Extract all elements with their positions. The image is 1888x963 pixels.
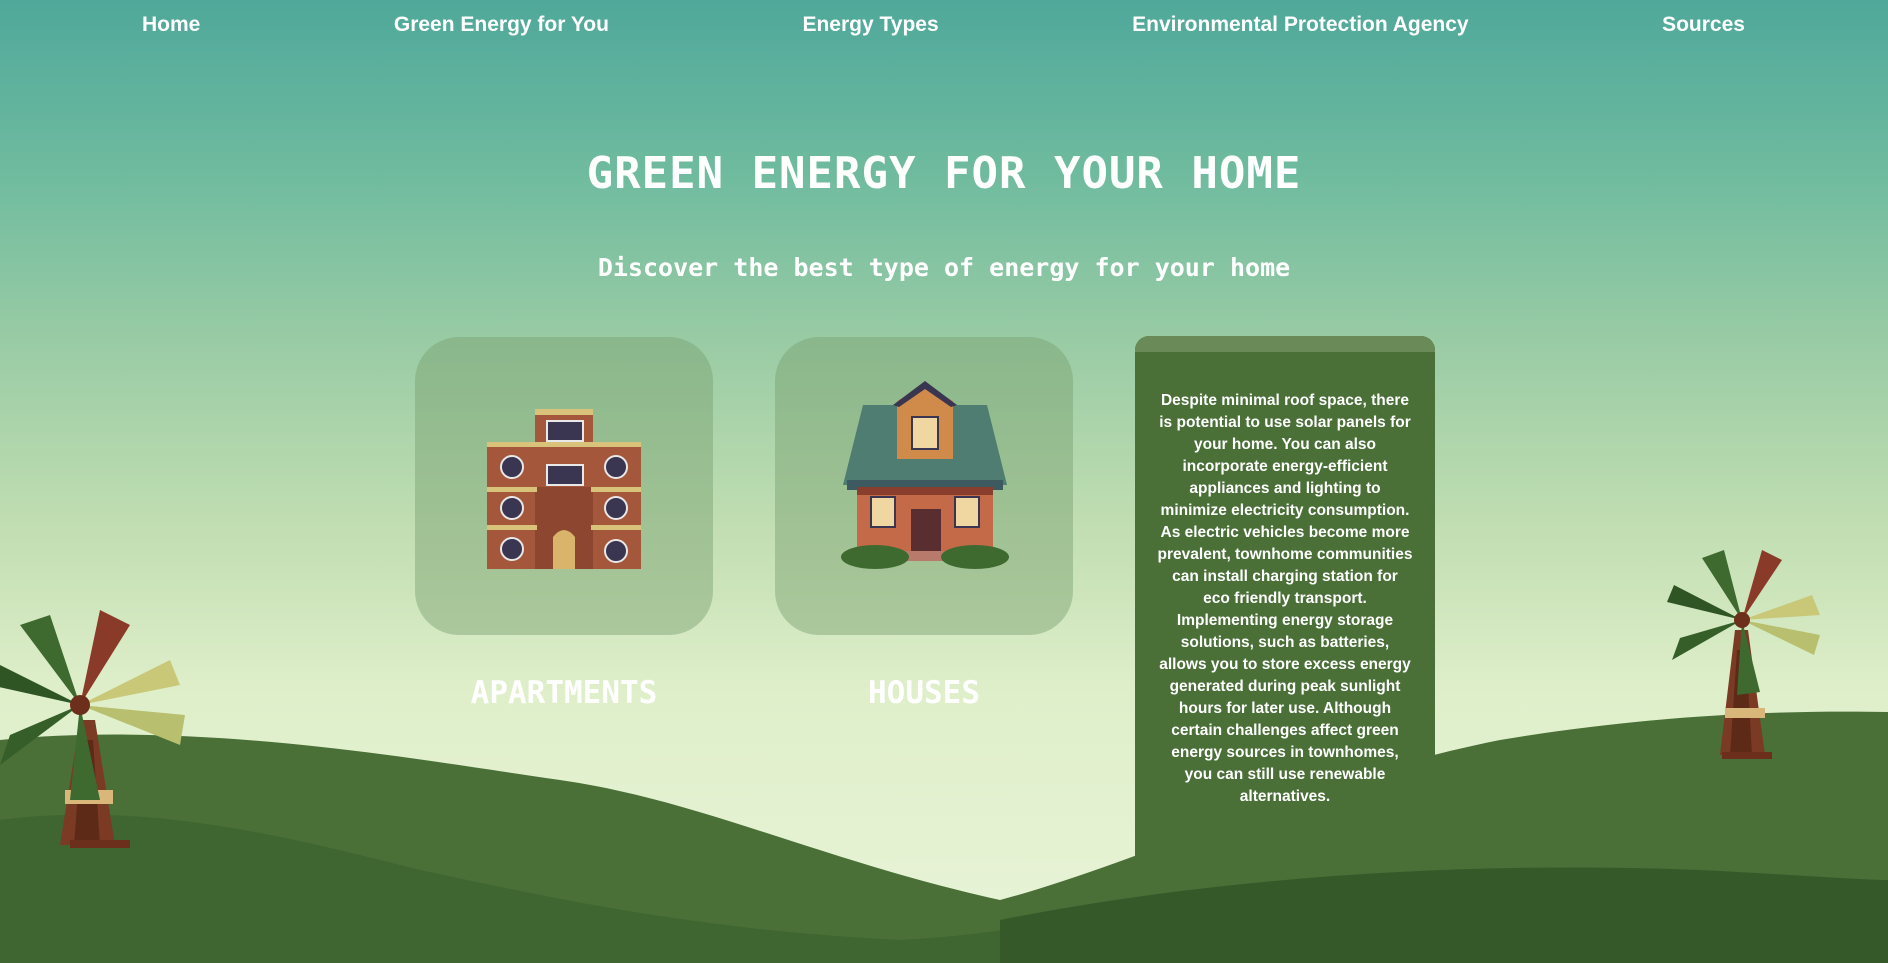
apartments-card[interactable]: [415, 337, 713, 635]
apartment-building-icon: [487, 409, 641, 569]
info-panel-header: [1135, 336, 1435, 352]
top-navigation: Home Green Energy for You Energy Types E…: [0, 0, 1888, 50]
townhome-info-panel: Despite minimal roof space, there is pot…: [1135, 336, 1435, 856]
nav-energy-types-link[interactable]: Energy Types: [802, 13, 938, 37]
info-panel-text: Despite minimal roof space, there is pot…: [1157, 392, 1413, 805]
page-title: GREEN ENERGY FOR YOUR HOME: [586, 148, 1302, 199]
houses-card[interactable]: [775, 337, 1073, 635]
windmill-right-icon: [1667, 550, 1820, 759]
nav-home-link[interactable]: Home: [142, 13, 200, 37]
windmill-left-icon: [0, 610, 185, 848]
house-icon: [841, 381, 1009, 569]
apartments-label[interactable]: APARTMENTS: [415, 675, 713, 711]
nav-sources-link[interactable]: Sources: [1662, 13, 1745, 37]
nav-epa-link[interactable]: Environmental Protection Agency: [1132, 13, 1468, 37]
houses-label[interactable]: HOUSES: [775, 675, 1073, 711]
nav-green-energy-link[interactable]: Green Energy for You: [394, 13, 609, 37]
page-subtitle: Discover the best type of energy for you…: [597, 253, 1291, 282]
